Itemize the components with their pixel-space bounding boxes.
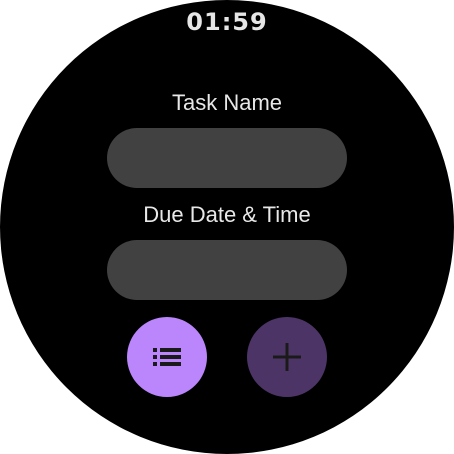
due-date-time-label: Due Date & Time [143, 202, 311, 227]
view-tasks-button[interactable] [127, 317, 207, 397]
task-name-label: Task Name [171, 90, 283, 115]
plus-icon [269, 339, 305, 375]
task-name-input[interactable] [107, 128, 347, 188]
add-task-button[interactable] [247, 317, 327, 397]
watch-screen: 01:59 Task Name Due Date & Time [0, 0, 454, 454]
due-date-time-input[interactable] [107, 240, 347, 300]
status-time: 01:59 [186, 8, 268, 36]
list-icon [149, 339, 185, 375]
